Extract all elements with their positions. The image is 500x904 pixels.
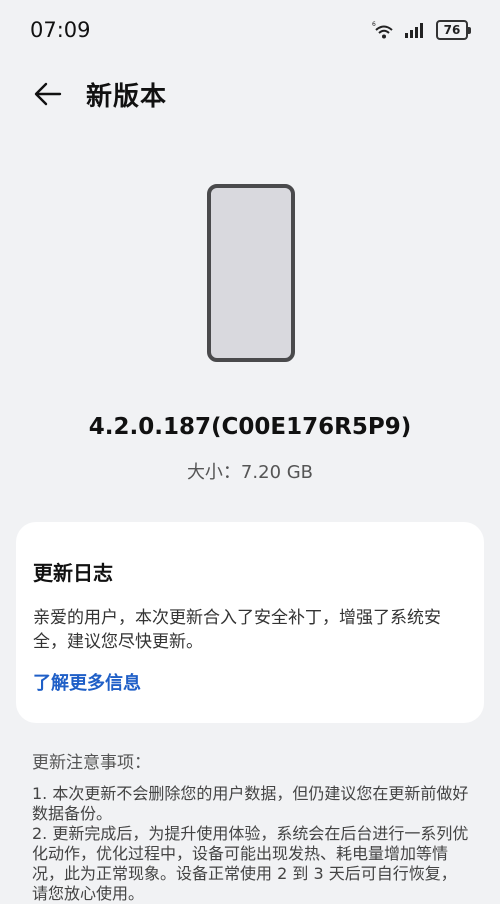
header: 新版本 (0, 62, 500, 124)
status-bar: 07:09 6 76 (0, 0, 500, 62)
changelog-card: 更新日志 亲爱的用户，本次更新合入了安全补丁，增强了系统安全，建议您尽快更新。 … (16, 522, 484, 723)
note-item: 1. 本次更新不会删除您的用户数据，但仍建议您在更新前做好数据备份。 (32, 784, 469, 823)
page-title: 新版本 (86, 82, 168, 112)
back-arrow-icon[interactable] (32, 78, 64, 110)
signal-icon (405, 23, 423, 38)
learn-more-link[interactable]: 了解更多信息 (33, 669, 141, 695)
changelog-description: 亲爱的用户，本次更新合入了安全补丁，增强了系统安全，建议您尽快更新。 (33, 608, 441, 652)
status-time: 07:09 (30, 18, 91, 42)
version-number: 4.2.0.187(C00E176R5P9) (88, 414, 412, 440)
changelog-title: 更新日志 (33, 561, 113, 585)
status-icons: 6 76 (372, 20, 471, 40)
update-size: 大小：7.20 GB (186, 462, 314, 483)
battery-level: 76 (443, 23, 461, 37)
notes-heading: 更新注意事项： (32, 753, 151, 773)
phone-illustration (207, 184, 295, 362)
notes-list: 1. 本次更新不会删除您的用户数据，但仍建议您在更新前做好数据备份。 2. 更新… (32, 784, 472, 904)
svg-text:6: 6 (372, 21, 376, 28)
note-item: 2. 更新完成后，为提升使用体验，系统会在后台进行一系列优化动作，优化过程中，设… (32, 824, 469, 903)
wifi-6-icon: 6 (372, 21, 393, 39)
battery-icon: 76 (436, 20, 471, 40)
